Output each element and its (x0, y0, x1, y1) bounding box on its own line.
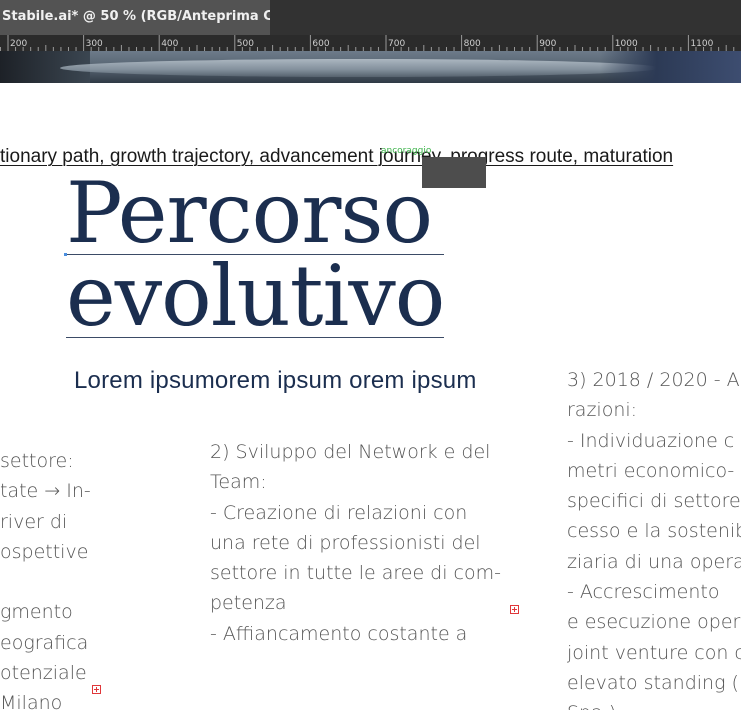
column-line: specifici di settore (567, 490, 741, 513)
column-line: joint venture con c (567, 641, 741, 664)
anchor-point-label: ancoraggio (381, 146, 432, 156)
text-overflow-icon[interactable] (92, 685, 101, 694)
column-line: razioni: (567, 399, 638, 422)
text-column-2[interactable]: 2) Sviluppo del Network e del Team: - Cr… (210, 437, 510, 649)
column-line: - Accrescimento (567, 581, 720, 604)
column-line: tate → In- (0, 480, 91, 503)
page-title[interactable]: Percorso evolutivo (66, 171, 445, 345)
text-column-1[interactable]: settore: tate → In- river di ospettive g… (0, 446, 100, 710)
column-line: - Creazione di relazioni con (210, 501, 468, 524)
ruler-label: 600 (312, 39, 329, 49)
ruler-label: 200 (10, 39, 27, 49)
title-line-1: Percorso (66, 171, 445, 255)
ruler-label: 400 (161, 39, 178, 49)
column-line (0, 567, 100, 597)
subtitle[interactable]: Lorem ipsumorem ipsum orem ipsum (74, 367, 477, 395)
column-line: Team: (210, 471, 267, 494)
column-line: 2) Sviluppo del Network e del (210, 441, 491, 463)
column-line: - Individuazione c (567, 429, 735, 452)
title-line-2: evolutivo (66, 247, 445, 345)
ruler-label: 700 (388, 39, 405, 49)
column-line: eografica (0, 631, 89, 654)
document-tab[interactable]: Stabile.ai* @ 50 % (RGB/Anteprima CPU) (0, 0, 270, 35)
column-line: gmento (0, 601, 73, 624)
ruler-label: 300 (86, 39, 103, 49)
photo-shadow-right (600, 51, 741, 83)
column-line: metri economico- (567, 459, 735, 482)
ruler-label: 1100 (690, 39, 713, 49)
column-line: - Affiancamento costante a (210, 622, 468, 645)
artboard-photo[interactable] (0, 51, 741, 83)
column-line: una rete di professionisti del (210, 531, 481, 554)
ruler-label: 500 (237, 39, 254, 49)
text-column-3[interactable]: 3) 2018 / 2020 - A razioni: - Individuaz… (567, 365, 741, 710)
document-tab-bar: Stabile.ai* @ 50 % (RGB/Anteprima CPU) (0, 0, 741, 35)
column-line: e esecuzione oper (567, 611, 741, 634)
column-line: Spa ) (567, 698, 741, 710)
photo-table-surface (60, 59, 660, 77)
illustrator-window: Stabile.ai* @ 50 % (RGB/Anteprima CPU) 2… (0, 0, 741, 710)
ruler-label: 900 (539, 39, 556, 49)
text-anchor-point[interactable] (64, 253, 67, 256)
text-overflow-icon[interactable] (510, 605, 519, 614)
column-line: cesso e la sostenib (567, 520, 741, 543)
column-line: petenza (210, 592, 287, 615)
horizontal-ruler[interactable]: 200 300 400 500 600 700 800 900 1000 1100 (0, 35, 741, 52)
column-line: settore: (0, 450, 74, 472)
column-line: river di (0, 510, 68, 533)
ruler-label: 1000 (615, 39, 638, 49)
ruler-label: 800 (464, 39, 481, 49)
column-line: Milano (0, 692, 63, 710)
column-line: elevato standing ( (567, 671, 739, 694)
column-line: otenziale (0, 662, 87, 685)
ruler-ticks: 200 300 400 500 600 700 800 900 1000 1100 (0, 35, 735, 51)
column-line: 3) 2018 / 2020 - A (567, 369, 740, 391)
column-line: settore in tutte le aree di com- (210, 562, 501, 585)
column-line: ospettive (0, 540, 89, 563)
column-line: ziaria di una opera (567, 550, 741, 573)
